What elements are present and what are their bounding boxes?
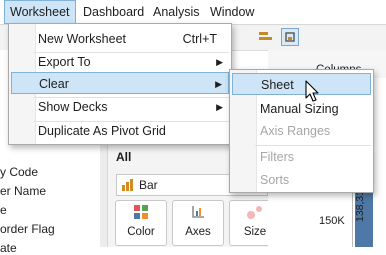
menu-item-show-decks[interactable]: Show Decks ▶	[9, 96, 231, 118]
toolbar-icon-sort[interactable]	[258, 30, 274, 44]
marks-all-label: All	[116, 150, 132, 164]
color-button[interactable]: Color	[115, 200, 167, 246]
menu-item-label: Manual Sizing	[260, 102, 339, 116]
menu-item-export-to[interactable]: Export To ▶	[9, 51, 231, 73]
menu-item-label: Show Decks	[38, 100, 108, 114]
shortcut-label: Ctrl+T	[182, 32, 217, 46]
submenu-item-sorts: Sorts	[230, 169, 373, 191]
submenu-arrow-icon: ▶	[216, 57, 223, 67]
menu-dashboard[interactable]: Dashboard	[78, 0, 149, 24]
submenu-arrow-icon: ▶	[216, 102, 223, 112]
size-icon	[247, 206, 262, 219]
submenu-item-filters: Filters	[230, 146, 373, 168]
menu-item-label: New Worksheet	[38, 32, 126, 46]
submenu-arrow-icon: ▶	[215, 79, 222, 89]
menu-item-new-worksheet[interactable]: New Worksheet Ctrl+T	[9, 28, 231, 50]
menu-item-clear[interactable]: Clear ▶	[11, 72, 229, 94]
mouse-cursor-icon	[305, 80, 319, 102]
field-item[interactable]: ate	[0, 241, 17, 255]
menu-item-label: Clear	[39, 77, 69, 91]
worksheet-menu: New Worksheet Ctrl+T Export To ▶ Clear ▶…	[8, 23, 232, 145]
bar-chart-icon	[122, 179, 133, 191]
menu-item-label: Export To	[38, 55, 91, 69]
submenu-item-axis-ranges: Axis Ranges	[230, 120, 373, 142]
menu-item-label: Sorts	[260, 173, 290, 187]
field-item[interactable]: e	[0, 203, 7, 217]
menu-item-label: Duplicate As Pivot Grid	[38, 124, 166, 138]
menu-item-label: Sheet	[261, 78, 294, 92]
axes-label: Axes	[185, 226, 211, 238]
menu-item-label: Filters	[260, 150, 295, 164]
color-icon	[134, 205, 148, 219]
menu-item-duplicate-pivot[interactable]: Duplicate As Pivot Grid	[9, 120, 231, 142]
menu-item-label: Axis Ranges	[260, 124, 331, 138]
mark-type-label: Bar	[139, 178, 158, 192]
field-item[interactable]: order Flag	[0, 222, 55, 236]
menu-worksheet[interactable]: Worksheet	[4, 0, 76, 24]
menu-bar: Worksheet Dashboard Analysis Window	[0, 0, 386, 25]
axes-button[interactable]: Axes	[172, 200, 224, 246]
fit-icon[interactable]	[281, 28, 299, 46]
clear-submenu: Sheet Manual Sizing Axis Ranges Filters …	[229, 69, 374, 193]
axes-icon	[192, 206, 204, 218]
field-item[interactable]: er Name	[0, 184, 46, 198]
submenu-item-manual-sizing[interactable]: Manual Sizing	[230, 98, 373, 120]
submenu-item-sheet[interactable]: Sheet	[232, 73, 371, 95]
field-item[interactable]: y Code	[0, 165, 38, 179]
axis-tick-label: 150K	[319, 215, 345, 227]
menu-analysis[interactable]: Analysis	[148, 0, 205, 24]
menu-window[interactable]: Window	[205, 0, 259, 24]
color-label: Color	[127, 226, 155, 238]
